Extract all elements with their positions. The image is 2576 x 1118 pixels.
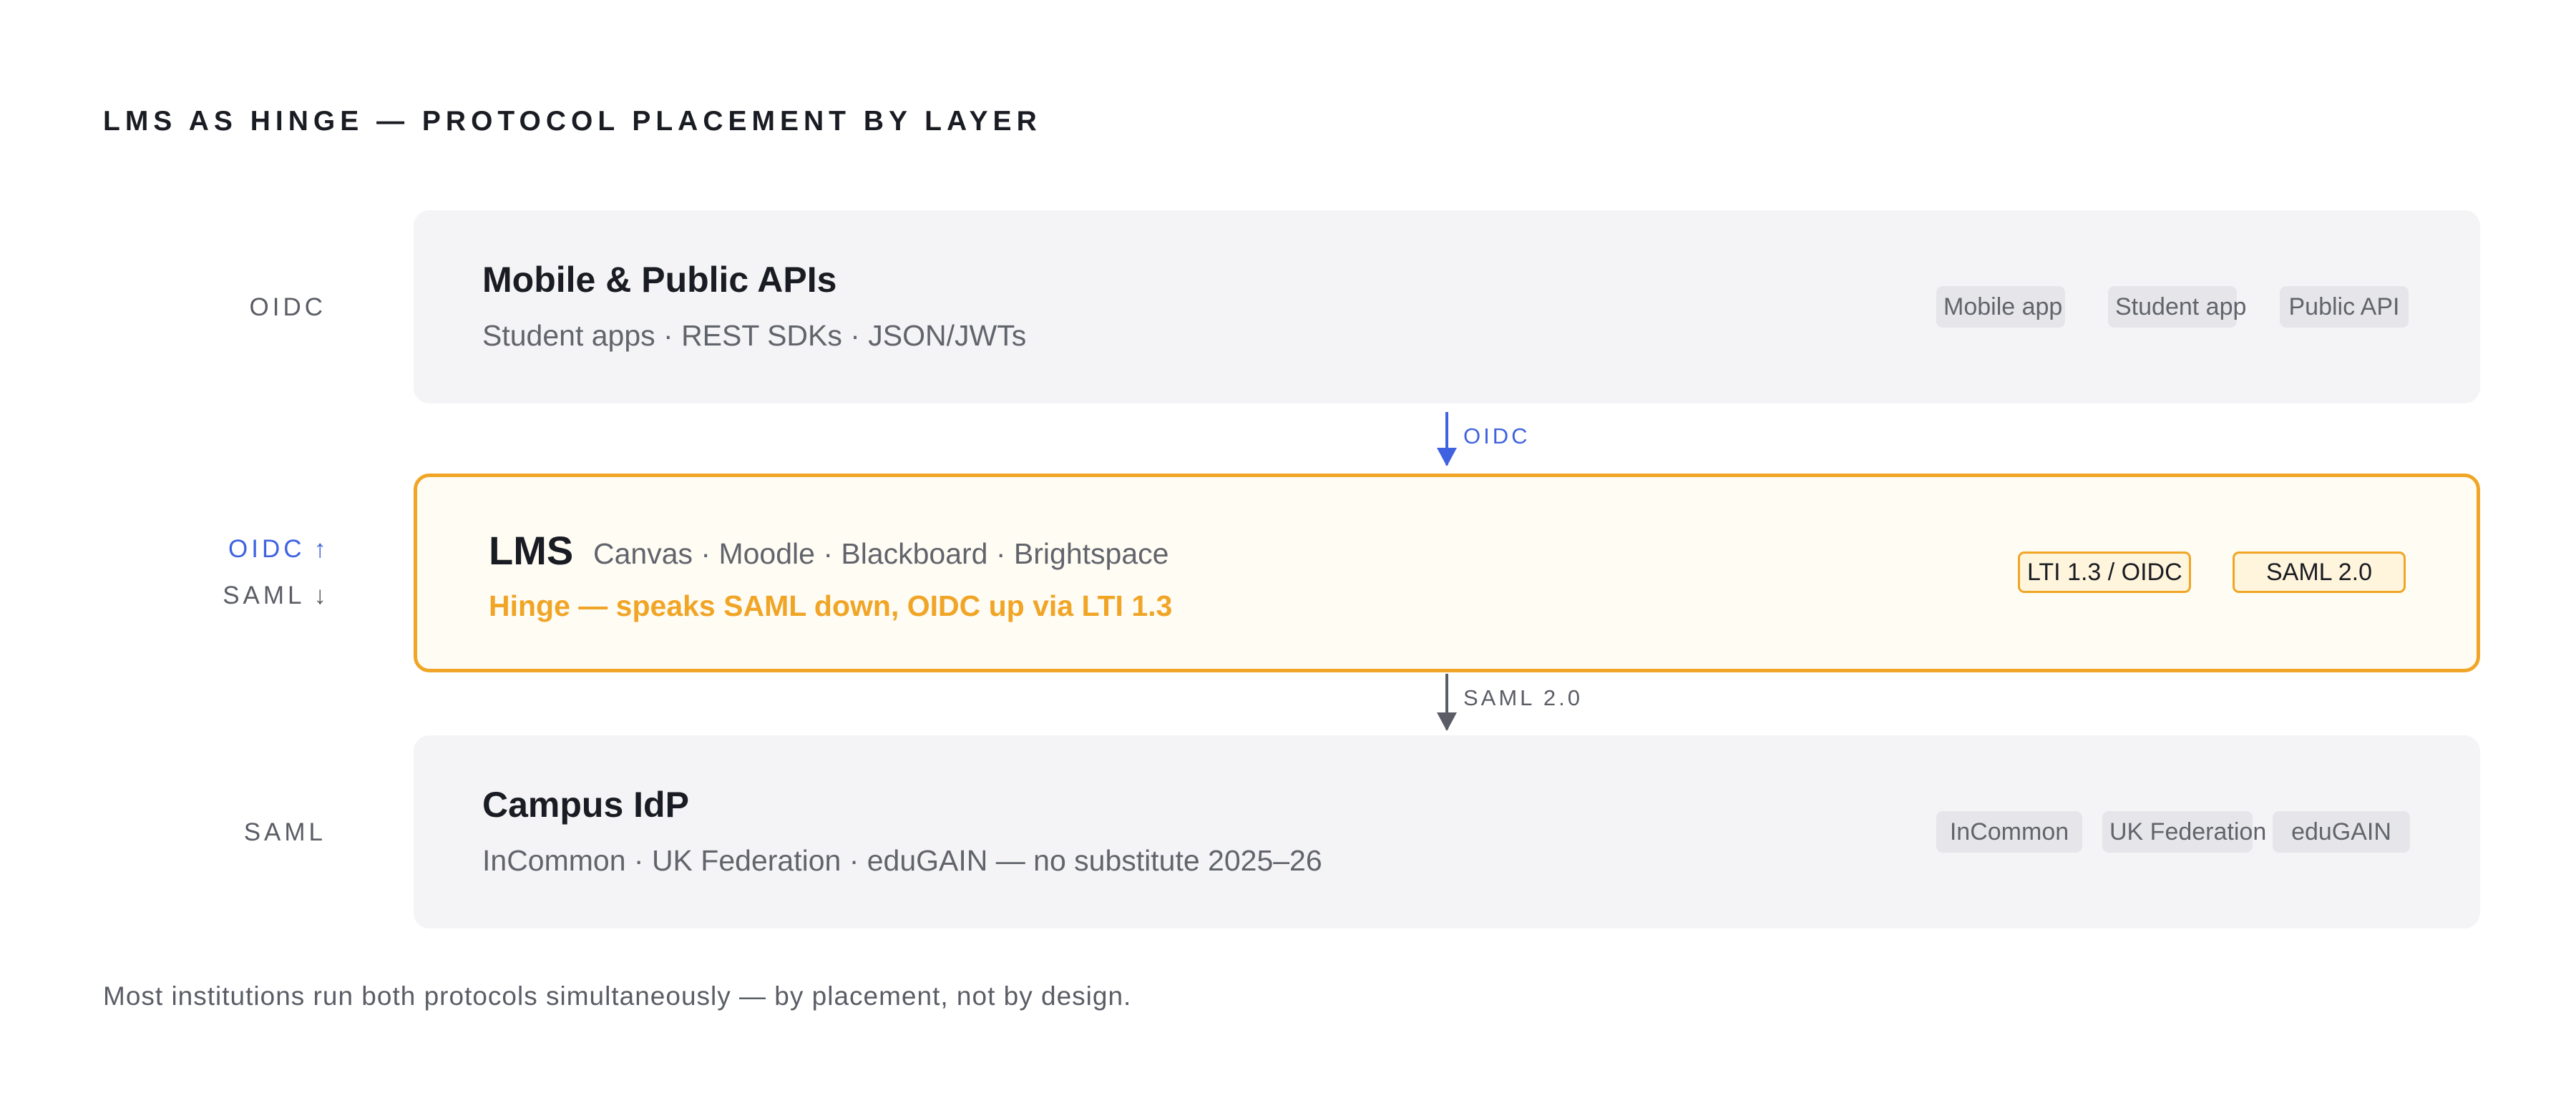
connector-oidc-arrow [1437,412,1457,466]
side-label-lms-down: SAML ↓ [223,582,326,610]
connector-oidc-label: OIDC [1463,423,1531,448]
chip-student-app: Student app [2108,286,2246,328]
connector-saml-label: SAML 2.0 [1463,685,1583,710]
hinge-note: Hinge — speaks SAML down, OIDC up via LT… [489,589,1173,622]
arrow-down-icon: ↓ [313,582,327,609]
chip-edugain: eduGAIN [2273,811,2410,853]
diagram-title: LMS AS HINGE — PROTOCOL PLACEMENT BY LAY… [103,106,1042,137]
arrowhead-icon [1437,448,1457,466]
arrow-up-icon: ↑ [313,535,327,563]
side-label-idp: SAML [243,818,326,846]
lms-platforms: Canvas · Moodle · Blackboard · Brightspa… [593,537,1169,570]
connector-saml-arrow [1437,674,1457,731]
side-label-lms-up-text: OIDC [228,535,306,563]
layer-title: LMS [489,528,574,573]
diagram-page: LMS AS HINGE — PROTOCOL PLACEMENT BY LAY… [0,0,2576,1118]
layer-title: Campus IdP [482,785,689,825]
chip-saml-2: SAML 2.0 [2233,551,2406,593]
layer-campus-idp: Campus IdP InCommon · UK Federation · ed… [414,735,2480,928]
chip-mobile-app: Mobile app [1936,286,2065,328]
footer-note: Most institutions run both protocols sim… [103,981,1132,1011]
side-label-lms-up: OIDC ↑ [228,535,326,564]
side-label-lms-down-text: SAML [223,582,306,609]
layer-lms-hinge: LMS Canvas · Moodle · Blackboard · Brigh… [414,474,2480,672]
arrowhead-icon [1437,712,1457,731]
chip-incommon: InCommon [1936,811,2082,853]
chip-lti-oidc: LTI 1.3 / OIDC [2018,551,2191,593]
chip-public-api: Public API [2280,286,2409,328]
chip-uk-federation: UK Federation [2102,811,2266,853]
layer-title: Mobile & Public APIs [482,260,837,300]
layer-subtitle: Student apps · REST SDKs · JSON/JWTs [482,319,1027,352]
side-label-mobile: OIDC [249,293,326,321]
layer-mobile-public-apis: Mobile & Public APIs Student apps · REST… [414,210,2480,403]
layer-subtitle: InCommon · UK Federation · eduGAIN — no … [482,844,1322,877]
